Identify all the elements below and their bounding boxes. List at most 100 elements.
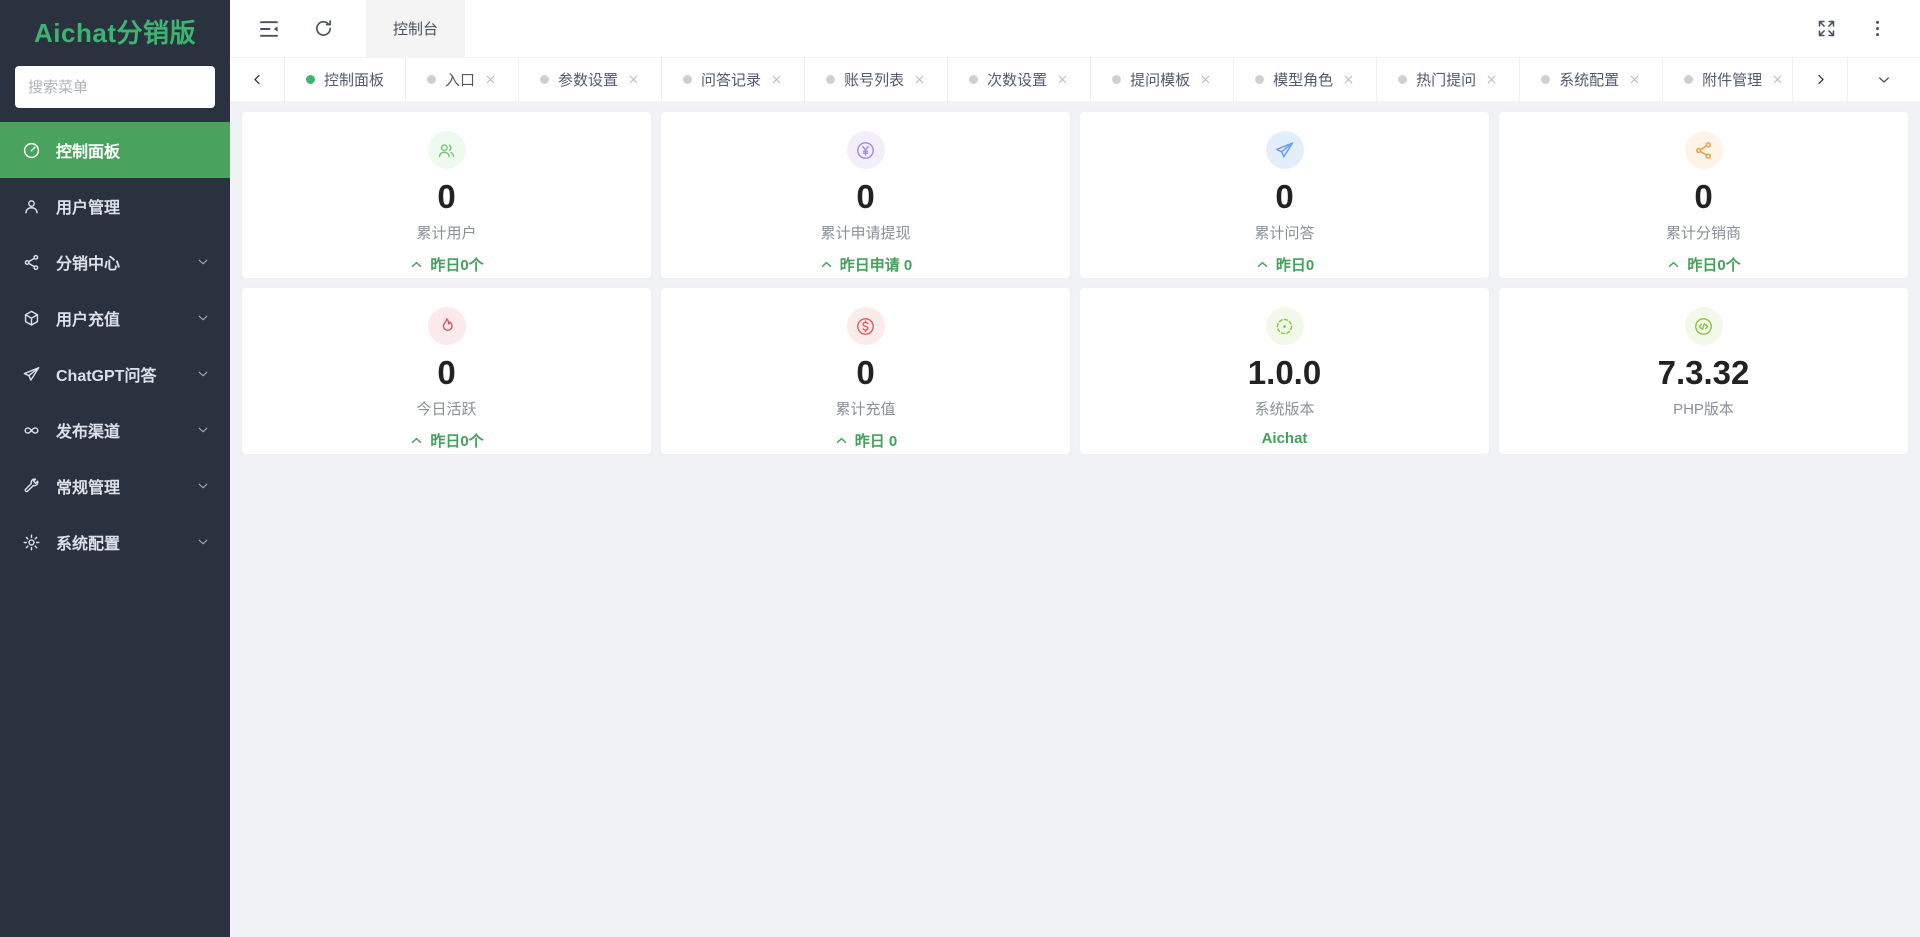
header-actions — [1816, 18, 1920, 39]
tab-item-10[interactable]: 附件管理 — [1663, 58, 1792, 101]
tab-label: 次数设置 — [987, 72, 1048, 89]
tab-status-dot — [1255, 75, 1265, 84]
tab-item-8[interactable]: 热门提问 — [1377, 58, 1521, 101]
stat-value: 0 — [856, 178, 875, 215]
page-content: 0 累计用户 昨日0个 0 累计申请提现 昨日申请 0 0 累计问答 昨日0 0 累计分销商 昨日0个… — [230, 101, 1920, 937]
menu-fold-icon[interactable] — [257, 17, 281, 41]
close-icon[interactable] — [1485, 73, 1498, 86]
stat-footer: 昨日 0 — [834, 430, 898, 451]
chevron-left-icon — [250, 72, 265, 87]
stat-label: 累计分销商 — [1665, 224, 1741, 242]
tab-status-dot — [826, 75, 836, 84]
tabs-scroll-right-button[interactable] — [1792, 58, 1847, 101]
close-icon[interactable] — [1342, 73, 1355, 86]
close-icon[interactable] — [1628, 73, 1641, 86]
sidebar-item-0[interactable]: 控制面板 — [0, 122, 230, 178]
chevron-down-icon — [196, 255, 210, 269]
tab-label: 账号列表 — [844, 72, 905, 89]
aim-icon — [1265, 307, 1304, 345]
tab-label: 热门提问 — [1416, 72, 1477, 89]
tab-label: 附件管理 — [1702, 72, 1763, 89]
tab-item-5[interactable]: 次数设置 — [948, 58, 1092, 101]
stat-label: 累计问答 — [1254, 224, 1315, 242]
tab-label: 系统配置 — [1559, 72, 1620, 89]
stat-footer-text: 昨日0 — [1275, 256, 1315, 274]
close-icon[interactable] — [1199, 73, 1212, 86]
tab-label: 入口 — [445, 72, 476, 89]
close-icon[interactable] — [913, 73, 926, 86]
yen-icon — [846, 131, 885, 169]
tab-status-dot — [1112, 75, 1122, 84]
tab-item-6[interactable]: 提问模板 — [1091, 58, 1235, 101]
close-icon[interactable] — [484, 73, 497, 86]
tabbar: 控制面板 入口 参数设置 问答记录 账号列表 次数设置 提问模板 模型角色 热门提问 系统配置 附件… — [230, 57, 1920, 101]
tab-item-7[interactable]: 模型角色 — [1234, 58, 1378, 101]
sidebar-item-1[interactable]: 用户管理 — [0, 178, 230, 234]
close-icon[interactable] — [1056, 73, 1069, 86]
chevron-down-icon — [196, 311, 210, 325]
sidebar-item-3[interactable]: 用户充值 — [0, 290, 230, 346]
stat-footer-text: 昨日0个 — [430, 256, 484, 274]
tab-item-1[interactable]: 入口 — [406, 58, 520, 101]
tab-label: 控制面板 — [324, 72, 385, 89]
sidebar-item-label: ChatGPT问答 — [56, 368, 157, 385]
tab-item-0[interactable]: 控制面板 — [285, 58, 407, 101]
gear-icon — [22, 533, 41, 552]
stat-card-1: 0 累计申请提现 昨日申请 0 — [661, 112, 1070, 278]
tabs-dropdown-button[interactable] — [1847, 58, 1920, 101]
tab-item-2[interactable]: 参数设置 — [519, 58, 663, 101]
close-icon[interactable] — [627, 73, 640, 86]
chevron-down-icon — [196, 423, 210, 437]
tabs-scroll-left-button[interactable] — [230, 58, 285, 101]
stat-value: 0 — [856, 354, 875, 391]
tab-item-3[interactable]: 问答记录 — [662, 58, 806, 101]
stat-card-5: 0 累计充值 昨日 0 — [661, 288, 1070, 454]
paper-plane-icon — [1265, 131, 1304, 169]
tab-status-dot — [540, 75, 550, 84]
sidebar-search — [0, 62, 230, 118]
stat-footer-text: 昨日 0 — [854, 432, 898, 450]
sidebar-item-2[interactable]: 分销中心 — [0, 234, 230, 290]
console-tab[interactable]: 控制台 — [366, 0, 466, 57]
sidebar: Aichat分销版 控制面板用户管理分销中心用户充值 ChatGPT问答发布渠道常… — [0, 0, 230, 937]
sidebar-item-label: 发布渠道 — [56, 424, 121, 441]
kebab-menu-icon[interactable] — [1867, 18, 1888, 39]
chevron-right-icon — [1813, 72, 1828, 87]
fire-icon — [427, 307, 466, 345]
sidebar-item-5[interactable]: 发布渠道 — [0, 402, 230, 458]
paper-plane-icon — [22, 365, 41, 384]
sidebar-item-label: 常规管理 — [56, 480, 121, 497]
stat-card-4: 0 今日活跃 昨日0个 — [242, 288, 651, 454]
stat-footer-text: 昨日0个 — [430, 432, 484, 450]
tab-label: 问答记录 — [701, 72, 762, 89]
tabbar-strip: 控制面板 入口 参数设置 问答记录 账号列表 次数设置 提问模板 模型角色 热门提问 系统配置 附件… — [285, 58, 1792, 101]
sidebar-item-7[interactable]: 系统配置 — [0, 514, 230, 570]
close-icon[interactable] — [1771, 73, 1784, 86]
refresh-icon[interactable] — [313, 18, 334, 39]
chevron-up-icon — [409, 433, 424, 448]
tab-status-dot — [306, 75, 315, 84]
stat-card-3: 0 累计分销商昨日0个 — [1499, 112, 1908, 278]
sidebar-item-4[interactable]: ChatGPT问答 — [0, 346, 230, 402]
tab-item-4[interactable]: 账号列表 — [805, 58, 949, 101]
close-icon[interactable] — [770, 73, 783, 86]
chevron-up-icon — [409, 257, 424, 272]
tab-item-9[interactable]: 系统配置 — [1520, 58, 1664, 101]
tab-label: 参数设置 — [558, 72, 619, 89]
stat-value: 1.0.0 — [1247, 354, 1322, 391]
stats-grid: 0 累计用户 昨日0个 0 累计申请提现 昨日申请 0 0 累计问答 昨日0 0 累计分销商 昨日0个… — [230, 101, 1920, 465]
users-icon — [427, 131, 466, 169]
stat-footer: 昨日0个 — [409, 254, 484, 275]
sidebar-item-label: 分销中心 — [56, 256, 121, 273]
tab-status-dot — [427, 75, 437, 84]
sidebar-item-6[interactable]: 常规管理 — [0, 458, 230, 514]
dashboard-icon — [22, 141, 41, 160]
wrench-icon — [22, 477, 41, 496]
share-icon — [1684, 131, 1723, 169]
tab-label: 模型角色 — [1273, 72, 1334, 89]
stat-value: 0 — [1694, 178, 1713, 215]
menu-search-input[interactable] — [15, 66, 215, 108]
fullscreen-icon[interactable] — [1816, 18, 1837, 39]
stat-footer-text: 昨日0个 — [1687, 256, 1741, 274]
stat-card-6: 1.0.0 系统版本 Aichat — [1080, 288, 1489, 454]
